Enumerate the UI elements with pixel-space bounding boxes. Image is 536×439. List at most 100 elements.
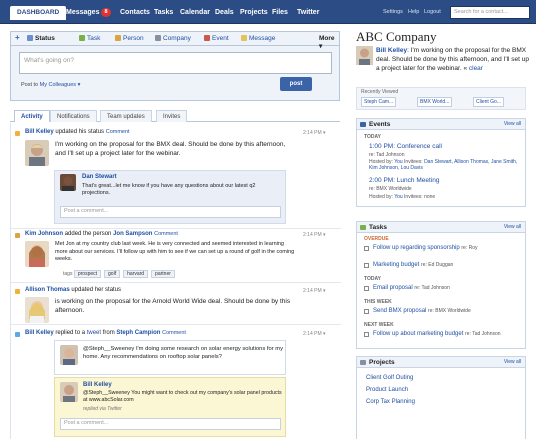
tab-invites[interactable]: Invites (156, 110, 188, 122)
project-link[interactable]: Product Launch (366, 387, 408, 393)
post-to-label: Post to (21, 82, 39, 88)
bill-kelley-avatar (25, 140, 49, 166)
tab-message[interactable]: Message (241, 35, 275, 42)
feed-item-header: Kim Johnson added the person Jon Sampson… (25, 231, 178, 237)
this-week-label: THIS WEEK (364, 299, 392, 305)
post-comment-input[interactable]: Post a comment... (60, 418, 281, 430)
calendar-icon (360, 122, 366, 127)
tags-row: tags prospect golf harvard partner (63, 270, 178, 278)
feed-author-link[interactable]: Bill Kelley (25, 129, 54, 135)
events-header: Events View all (357, 119, 525, 130)
post-comment-input[interactable]: Post a comment... (60, 206, 281, 218)
nav-calendar[interactable]: Calendar (180, 6, 210, 20)
tab-status[interactable]: Status (27, 35, 55, 42)
comment-link[interactable]: Comment (162, 330, 186, 336)
add-plus-icon[interactable]: + (15, 33, 20, 42)
task-link[interactable]: Email proposal (373, 285, 413, 291)
comment-link[interactable]: Comment (106, 129, 130, 135)
settings-link[interactable]: Settings (383, 9, 403, 15)
feed-target-link[interactable]: Steph Campion (116, 330, 160, 336)
tag-prospect[interactable]: prospect (73, 270, 102, 278)
task-checkbox[interactable] (364, 332, 369, 337)
comment-link[interactable]: Comment (154, 231, 178, 237)
feed-divider (11, 282, 341, 283)
task-link[interactable]: Marketing budget (373, 262, 419, 268)
tag-harvard[interactable]: harvard (123, 270, 149, 278)
task-checkbox[interactable] (364, 309, 369, 314)
tab-status-label: Status (35, 35, 55, 42)
nav-deals[interactable]: Deals (215, 6, 234, 20)
activity-feed: Bill Kelley updated his status Comment 2… (10, 123, 341, 439)
event-title-link[interactable]: 2:00 PM: Lunch Meeting (369, 177, 439, 184)
project-link[interactable]: Corp Tax Planning (366, 399, 415, 405)
tasks-view-all[interactable]: View all (504, 222, 521, 233)
recent-item[interactable]: Client Go... (473, 97, 505, 107)
status-input[interactable]: What's going on? (19, 52, 332, 74)
dan-stewart-link[interactable]: Dan Stewart (82, 174, 117, 180)
recent-item[interactable]: BMX World... (417, 97, 453, 107)
tab-event[interactable]: Event (204, 35, 229, 42)
feed-target-link[interactable]: Jon Sampson (113, 231, 152, 237)
tab-team-updates[interactable]: Team updates (100, 110, 152, 122)
events-view-all[interactable]: View all (504, 119, 521, 130)
nav-messages[interactable]: Messages 8 (66, 6, 111, 20)
nav-projects[interactable]: Projects (240, 6, 268, 20)
feed-from: from (102, 330, 115, 336)
nav-twitter[interactable]: Twitter (297, 6, 319, 20)
tab-person[interactable]: Person (115, 35, 144, 42)
tag-partner[interactable]: partner (151, 270, 175, 278)
task-link[interactable]: Follow up regarding sponsorship (373, 245, 460, 251)
tag-golf[interactable]: golf (104, 270, 121, 278)
company-status-author[interactable]: Bill Kelley (376, 47, 407, 54)
message-icon (241, 35, 247, 41)
status-icon (27, 35, 33, 41)
event-title-link[interactable]: 1:00 PM: Conference call (369, 143, 442, 150)
task-link[interactable]: Send BMX proposal (373, 308, 426, 314)
company-icon (155, 35, 161, 41)
nav-dashboard[interactable]: DASHBOARD (10, 6, 67, 20)
feed-action: updated her status (71, 287, 122, 293)
feed-author-link[interactable]: Bill Kelley (25, 330, 54, 336)
check-icon (360, 225, 366, 230)
feed-action: added the person (64, 231, 112, 237)
company-status: Bill Kelley: I'm working on the proposal… (376, 47, 530, 72)
task-checkbox[interactable] (364, 263, 369, 268)
composer-more-menu[interactable]: More ▾ (319, 35, 339, 50)
post-button[interactable]: post (280, 77, 312, 91)
feed-timestamp: 2:14 PM ▾ (303, 288, 326, 294)
tweet-link[interactable]: tweet (87, 330, 101, 336)
reply-author-link[interactable]: Bill Kelley (83, 382, 112, 388)
task-checkbox[interactable] (364, 286, 369, 291)
events-panel: Events View all TODAY 1:00 PM: Conference… (356, 118, 526, 207)
recent-item[interactable]: Steph Cam... (361, 97, 397, 107)
task-link[interactable]: Follow up about marketing budget (373, 331, 463, 337)
projects-header: Projects View all (357, 357, 525, 368)
kim-johnson-avatar (25, 241, 49, 267)
project-link[interactable]: Client Golf Outing (366, 375, 413, 381)
projects-view-all[interactable]: View all (504, 357, 521, 368)
feed-status-text: is working on the proposal for the Arnol… (55, 298, 291, 314)
events-title: Events (369, 121, 391, 128)
event-item: 1:00 PM: Conference call re: Tad Johnson… (369, 143, 524, 171)
feed-author-link[interactable]: Allison Thomas (25, 287, 70, 293)
tab-task[interactable]: Task (79, 35, 100, 42)
task-checkbox[interactable] (364, 246, 369, 251)
tab-company[interactable]: Company (155, 35, 191, 42)
logout-link[interactable]: Logout (424, 9, 441, 15)
contact-search-input[interactable]: Search for a contact... (450, 6, 530, 19)
event-host-link[interactable]: You (394, 194, 402, 200)
tab-activity[interactable]: Activity (14, 110, 50, 122)
folder-icon (360, 360, 366, 365)
task-re: re: Roy (461, 245, 478, 251)
feed-action: replied to a (55, 330, 86, 336)
feed-author-link[interactable]: Kim Johnson (25, 231, 63, 237)
help-link[interactable]: Help (408, 9, 419, 15)
nav-contacts[interactable]: Contacts (120, 6, 150, 20)
tab-notifications[interactable]: Notifications (50, 110, 97, 122)
dan-stewart-avatar (60, 174, 76, 191)
nav-tasks[interactable]: Tasks (154, 6, 173, 20)
recently-viewed-label: Recently Viewed (361, 89, 399, 95)
post-to-select[interactable]: My Colleagues (40, 82, 76, 88)
nav-files[interactable]: Files (272, 6, 288, 20)
clear-status-link[interactable]: clear (469, 65, 483, 72)
